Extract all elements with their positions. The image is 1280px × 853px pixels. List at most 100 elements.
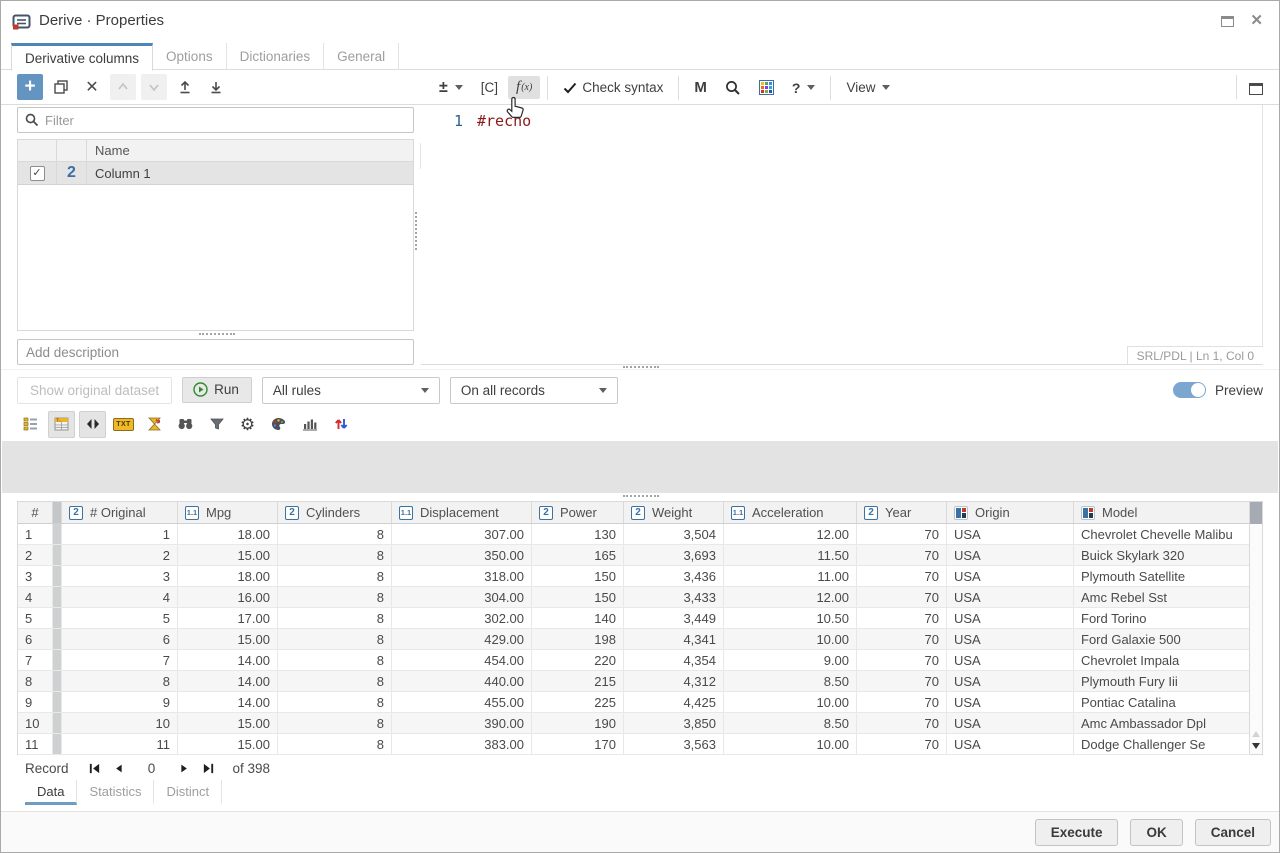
column-header-origin[interactable]: Origin xyxy=(947,502,1074,523)
chart-icon[interactable] xyxy=(296,411,323,438)
splitter-dots[interactable] xyxy=(623,366,659,368)
zoom-button[interactable] xyxy=(717,77,749,99)
maximize-editor-button[interactable] xyxy=(1236,79,1263,99)
bottom-tab-distinct[interactable]: Distinct xyxy=(154,780,222,805)
description-input[interactable] xyxy=(26,345,405,360)
freeze-columns-icon[interactable] xyxy=(17,411,44,438)
duplicate-column-icon[interactable] xyxy=(48,74,74,100)
move-down-icon[interactable] xyxy=(141,74,167,100)
tab-options[interactable]: Options xyxy=(153,43,227,70)
show-original-dataset-button[interactable]: Show original dataset xyxy=(17,377,172,404)
ok-button[interactable]: OK xyxy=(1130,819,1182,846)
check-syntax-button[interactable]: Check syntax xyxy=(555,77,671,98)
table-row[interactable]: 4416.008304.001503,43312.0070USAAmc Rebe… xyxy=(18,587,1250,608)
preview-control: Preview xyxy=(1173,382,1263,398)
checkbox[interactable]: ✓ xyxy=(30,166,45,181)
records-select[interactable]: On all records xyxy=(450,377,618,404)
column-header-model[interactable]: Model xyxy=(1074,502,1250,523)
run-button[interactable]: Run xyxy=(182,377,252,403)
column-header-original[interactable]: 2# Original xyxy=(62,502,178,523)
add-column-button[interactable]: + xyxy=(17,74,43,100)
number-column-header[interactable] xyxy=(57,140,87,161)
next-record-icon[interactable] xyxy=(173,763,197,774)
settings-gear-icon[interactable]: ⚙ xyxy=(234,411,261,438)
table-row[interactable]: 2215.008350.001653,69311.5070USABuick Sk… xyxy=(18,545,1250,566)
table-row[interactable]: 9914.008455.002254,42510.0070USAPontiac … xyxy=(18,692,1250,713)
table-row[interactable]: 101015.008390.001903,8508.5070USAAmc Amb… xyxy=(18,713,1250,734)
description-field[interactable] xyxy=(17,339,414,365)
horizontal-splitter[interactable] xyxy=(1,369,1279,370)
column-header-mpg[interactable]: 1.1Mpg xyxy=(178,502,278,523)
table-row[interactable]: 6615.008429.001984,34110.0070USAFord Gal… xyxy=(18,629,1250,650)
preview-toggle[interactable] xyxy=(1173,382,1206,398)
rules-select[interactable]: All rules xyxy=(262,377,440,404)
vertical-scrollbar[interactable] xyxy=(1249,502,1262,754)
column-header-weight[interactable]: 2Weight xyxy=(624,502,724,523)
tab-derivative-columns[interactable]: Derivative columns xyxy=(11,43,153,71)
move-up-icon[interactable] xyxy=(110,74,136,100)
last-record-icon[interactable] xyxy=(197,762,221,775)
scrollbar-thumb[interactable] xyxy=(1250,502,1262,524)
column-header-blank[interactable]: # xyxy=(18,502,53,523)
view-dropdown[interactable]: View xyxy=(838,77,898,98)
tab-general[interactable]: General xyxy=(324,43,399,70)
cell: 8 xyxy=(278,734,392,754)
column-list-item[interactable]: ✓2Column 1 xyxy=(18,162,413,185)
cell: 3,433 xyxy=(624,587,724,607)
export-columns-icon[interactable] xyxy=(203,74,229,100)
tab-dictionaries[interactable]: Dictionaries xyxy=(227,43,325,70)
record-number[interactable]: 0 xyxy=(131,761,173,776)
expression-editor[interactable]: 1 #recno xyxy=(421,105,1263,346)
macro-button[interactable]: M xyxy=(686,76,715,99)
execute-button[interactable]: Execute xyxy=(1035,819,1119,846)
delete-column-icon[interactable]: ✕ xyxy=(79,74,105,100)
first-record-icon[interactable] xyxy=(83,762,107,775)
table-row[interactable]: 5517.008302.001403,44910.5070USAFord Tor… xyxy=(18,608,1250,629)
grid-splitter-handle[interactable] xyxy=(623,495,659,497)
table-row[interactable]: 7714.008454.002204,3549.0070USAChevrolet… xyxy=(18,650,1250,671)
cell: 70 xyxy=(857,545,947,565)
name-column-header[interactable]: Name xyxy=(87,140,413,161)
help-button[interactable]: ? xyxy=(784,77,824,99)
column-header-year[interactable]: 2Year xyxy=(857,502,947,523)
fit-columns-icon[interactable] xyxy=(79,411,106,438)
cell: 350.00 xyxy=(392,545,532,565)
colors-palette-icon[interactable] xyxy=(265,411,292,438)
cancel-button[interactable]: Cancel xyxy=(1195,819,1271,846)
close-icon[interactable]: ✕ xyxy=(1250,15,1263,27)
highlight-colors-button[interactable] xyxy=(751,77,782,98)
previous-record-icon[interactable] xyxy=(107,763,131,774)
bottom-tab-data[interactable]: Data xyxy=(25,780,77,805)
panel-resize-handle[interactable] xyxy=(199,333,235,335)
sort-icon[interactable] xyxy=(327,411,354,438)
column-header-blank[interactable] xyxy=(53,502,62,523)
column-header-displacement[interactable]: 1.1Displacement xyxy=(392,502,532,523)
export-data-icon[interactable] xyxy=(141,411,168,438)
cell: 70 xyxy=(857,566,947,586)
column-header-power[interactable]: 2Power xyxy=(532,502,624,523)
show-header-icon[interactable]: T.. xyxy=(48,411,75,438)
table-row[interactable]: 1118.008307.001303,50412.0070USAChevrole… xyxy=(18,524,1250,545)
table-row[interactable]: 111115.008383.001703,56310.0070USADodge … xyxy=(18,734,1250,755)
scroll-up-icon[interactable] xyxy=(1252,731,1260,737)
plus-minus-button[interactable]: ± xyxy=(431,76,471,100)
filter-rows-icon[interactable] xyxy=(203,411,230,438)
cell: 17.00 xyxy=(178,608,278,628)
find-icon[interactable] xyxy=(172,411,199,438)
column-header-cylinders[interactable]: 2Cylinders xyxy=(278,502,392,523)
checkbox-column-header[interactable] xyxy=(18,140,57,161)
splitter-handle[interactable] xyxy=(415,212,417,250)
constant-button[interactable]: [C] xyxy=(473,77,506,98)
cell: 15.00 xyxy=(178,713,278,733)
filter-input[interactable] xyxy=(45,113,406,128)
table-row[interactable]: 8814.008440.002154,3128.5070USAPlymouth … xyxy=(18,671,1250,692)
bottom-tab-statistics[interactable]: Statistics xyxy=(77,780,154,805)
text-view-icon[interactable]: TXT xyxy=(110,411,137,438)
import-columns-icon[interactable] xyxy=(172,74,198,100)
scroll-down-icon[interactable] xyxy=(1252,743,1260,749)
column-header-acceleration[interactable]: 1.1Acceleration xyxy=(724,502,857,523)
cell: 454.00 xyxy=(392,650,532,670)
filter-field[interactable] xyxy=(17,107,414,133)
maximize-icon[interactable] xyxy=(1221,16,1234,27)
table-row[interactable]: 3318.008318.001503,43611.0070USAPlymouth… xyxy=(18,566,1250,587)
